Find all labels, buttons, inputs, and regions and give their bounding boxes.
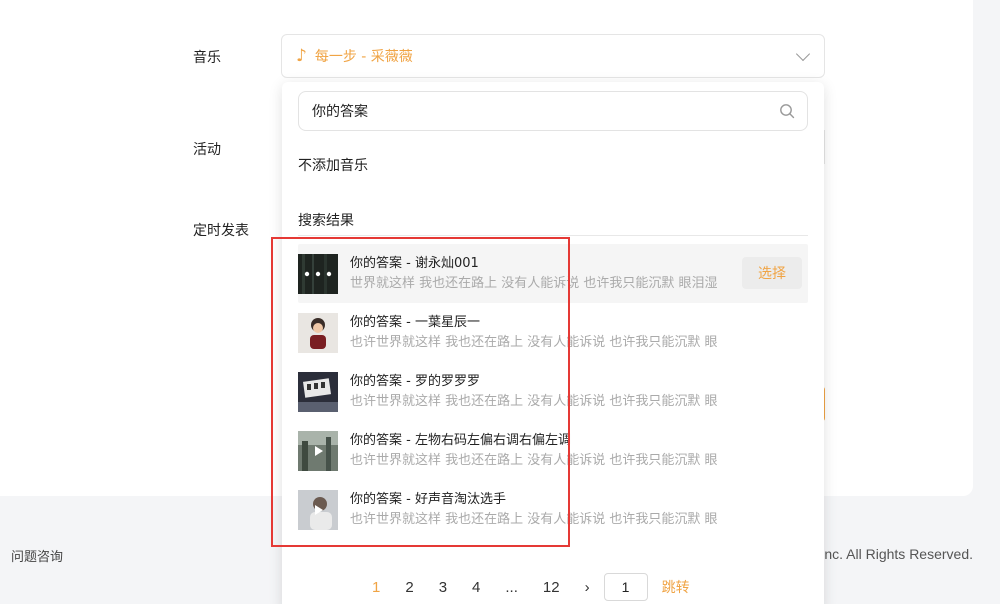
- next-page-icon[interactable]: ›: [585, 579, 590, 596]
- select-button[interactable]: 选择: [742, 257, 802, 289]
- page-jump-input[interactable]: [603, 573, 648, 601]
- result-item[interactable]: 你的答案 - 一葉星辰一 也许世界就这样 我也还在路上 没有人能诉说 也许我只能…: [298, 303, 808, 362]
- music-label: 音乐: [193, 50, 221, 66]
- result-item[interactable]: 你的答案 - 谢永灿001 世界就这样 我也还在路上 没有人能诉说 也许我只能沉…: [298, 244, 808, 303]
- footer-help-link[interactable]: 问题咨询: [11, 546, 63, 565]
- page-4[interactable]: 4: [472, 579, 480, 596]
- song-title: 你的答案 - 好声音淘汰选手: [350, 491, 506, 507]
- album-thumbnail: [298, 430, 338, 471]
- song-lyric: 也许世界就这样 我也还在路上 没有人能诉说 也许我只能沉默 眼: [350, 393, 718, 409]
- page-ellipsis[interactable]: ...: [505, 579, 518, 596]
- music-dropdown: 不添加音乐 搜索结果 你的答案 - 谢永灿001 世界就这样 我也还在路上 没有…: [282, 82, 824, 604]
- music-select[interactable]: ♪ 每一步 - 采薇薇: [281, 34, 825, 78]
- song-lyric: 也许世界就这样 我也还在路上 没有人能诉说 也许我只能沉默 眼: [350, 334, 718, 350]
- search-box: [298, 91, 808, 131]
- album-thumbnail: [298, 371, 338, 412]
- album-thumbnail: [298, 312, 338, 353]
- page-2[interactable]: 2: [405, 579, 413, 596]
- selected-music: 每一步 - 采薇薇: [314, 49, 413, 65]
- song-title: 你的答案 - 左物右码左偏右调右偏左调: [350, 432, 571, 448]
- activity-label: 活动: [193, 142, 221, 158]
- song-lyric: 也许世界就这样 我也还在路上 没有人能诉说 也许我只能沉默 眼: [350, 511, 718, 527]
- pagination: 1 2 3 4 ... 12 › 跳转: [372, 572, 690, 602]
- song-title: 你的答案 - 罗的罗罗罗: [350, 373, 480, 389]
- result-item[interactable]: 你的答案 - 罗的罗罗罗 也许世界就这样 我也还在路上 没有人能诉说 也许我只能…: [298, 362, 808, 421]
- no-music-option[interactable]: 不添加音乐: [298, 155, 368, 175]
- result-item[interactable]: 你的答案 - 好声音淘汰选手 也许世界就这样 我也还在路上 没有人能诉说 也许我…: [298, 480, 808, 539]
- page-last[interactable]: 12: [543, 579, 560, 596]
- result-list: 你的答案 - 谢永灿001 世界就这样 我也还在路上 没有人能诉说 也许我只能沉…: [298, 244, 808, 539]
- schedule-label: 定时发表: [193, 223, 249, 239]
- song-title: 你的答案 - 谢永灿001: [350, 255, 479, 271]
- album-thumbnail: [298, 253, 338, 294]
- album-thumbnail: [298, 489, 338, 530]
- search-icon[interactable]: [779, 103, 795, 119]
- footer-copyright: nc. All Rights Reserved.: [824, 546, 973, 562]
- result-item[interactable]: 你的答案 - 左物右码左偏右调右偏左调 也许世界就这样 我也还在路上 没有人能诉…: [298, 421, 808, 480]
- chevron-down-icon[interactable]: [795, 46, 811, 62]
- page-1[interactable]: 1: [372, 579, 380, 596]
- music-note-icon: ♪: [296, 45, 307, 66]
- song-lyric: 世界就这样 我也还在路上 没有人能诉说 也许我只能沉默 眼泪湿: [350, 275, 718, 291]
- song-lyric: 也许世界就这样 我也还在路上 没有人能诉说 也许我只能沉默 眼: [350, 452, 718, 468]
- song-title: 你的答案 - 一葉星辰一: [350, 314, 480, 330]
- page-3[interactable]: 3: [439, 579, 447, 596]
- jump-button[interactable]: 跳转: [662, 577, 690, 597]
- results-title: 搜索结果: [298, 213, 354, 229]
- search-input[interactable]: [299, 92, 759, 130]
- divider: [298, 235, 808, 236]
